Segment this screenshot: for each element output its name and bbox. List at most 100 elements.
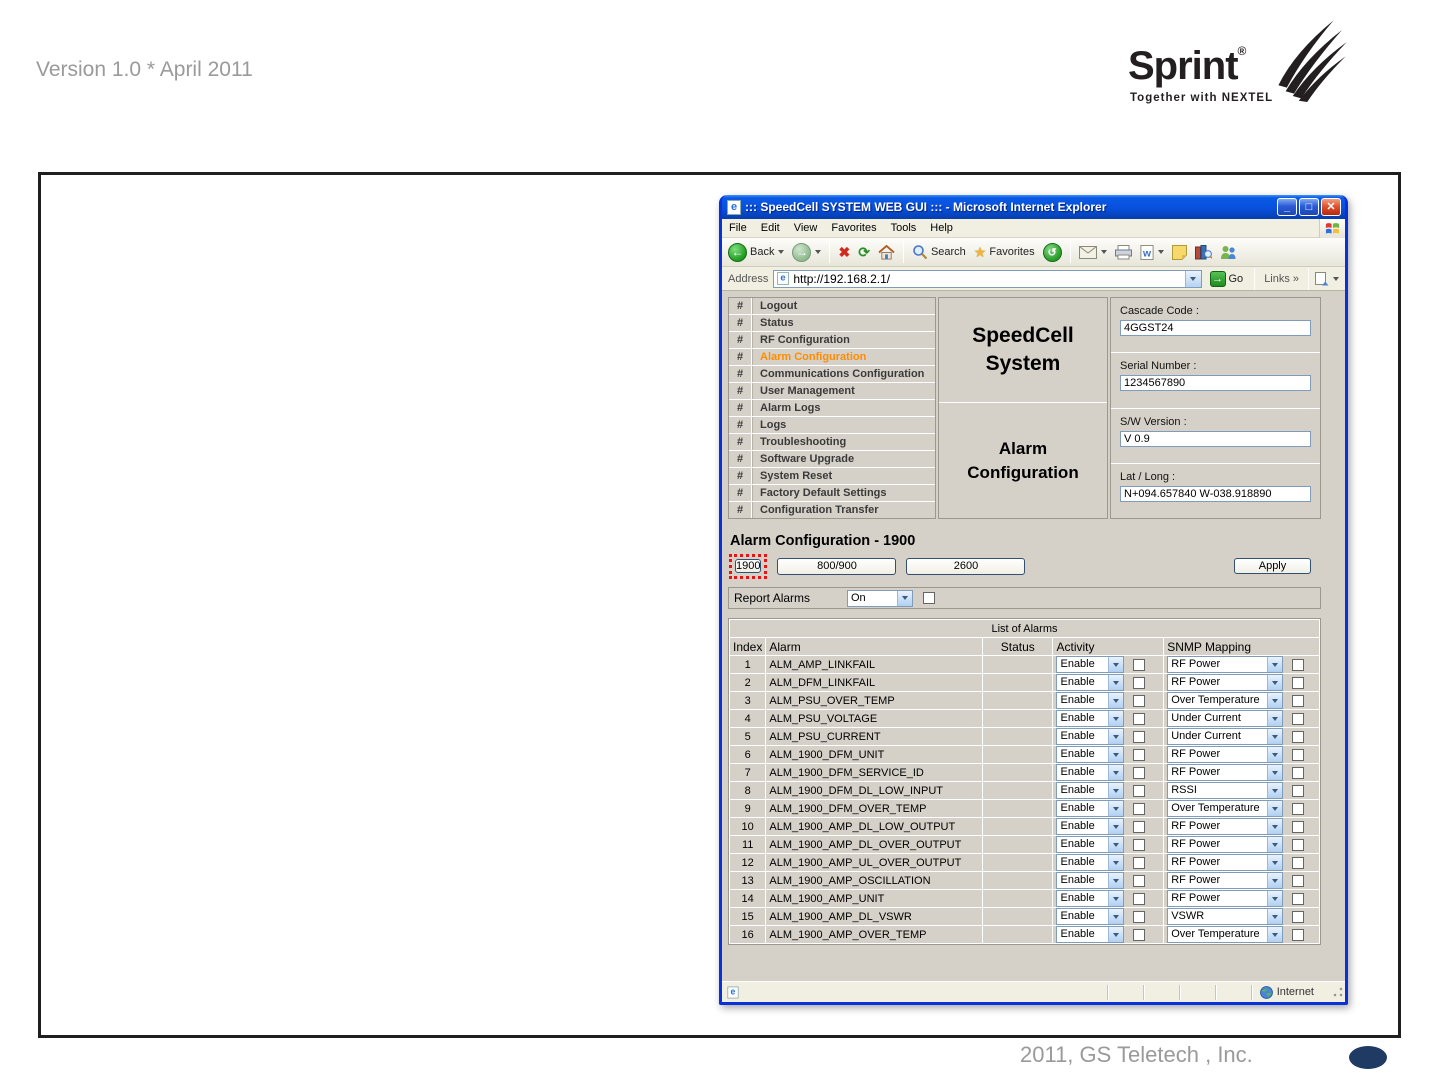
band-button-1900[interactable]: 1900 — [735, 558, 762, 573]
snmp-mapping-select[interactable]: RF Power — [1167, 890, 1284, 907]
snmp-mapping-select[interactable]: RF Power — [1167, 656, 1284, 673]
chevron-down-icon[interactable] — [1108, 873, 1124, 888]
resize-grip[interactable] — [1332, 986, 1344, 998]
forward-button[interactable]: → — [789, 242, 824, 263]
info-field-input[interactable] — [1120, 375, 1311, 392]
snmp-mapping-select[interactable]: RSSI — [1167, 782, 1284, 799]
nav-item-logout[interactable]: # Logout — [729, 298, 935, 314]
go-button[interactable]: → Go — [1206, 270, 1248, 288]
links-button[interactable]: Links » — [1258, 273, 1305, 285]
snmp-mapping-select[interactable]: RF Power — [1167, 854, 1284, 871]
chevron-down-icon[interactable] — [1108, 729, 1124, 744]
snmp-mapping-select[interactable]: RF Power — [1167, 872, 1284, 889]
band-button-800-900[interactable]: 800/900 — [777, 557, 897, 575]
address-dropdown-icon[interactable] — [1184, 270, 1201, 287]
nav-item-communications-configuration[interactable]: # Communications Configuration — [729, 366, 935, 382]
history-button[interactable]: ↺ — [1040, 242, 1065, 263]
activity-select[interactable]: Enable — [1056, 872, 1125, 889]
chevron-down-icon[interactable] — [1108, 909, 1124, 924]
chevron-down-icon[interactable] — [1267, 801, 1283, 816]
chevron-down-icon[interactable] — [1108, 765, 1124, 780]
snmp-mapping-select[interactable]: Over Temperature — [1167, 800, 1284, 817]
nav-item-alarm-configuration[interactable]: # Alarm Configuration — [729, 349, 935, 365]
activity-select[interactable]: Enable — [1056, 692, 1125, 709]
chevron-down-icon[interactable] — [1267, 819, 1283, 834]
activity-select[interactable]: Enable — [1056, 746, 1125, 763]
snmp-checkbox[interactable] — [1292, 838, 1305, 851]
snmp-mapping-select[interactable]: RF Power — [1167, 746, 1284, 763]
info-field-input[interactable] — [1120, 430, 1311, 447]
chevron-down-icon[interactable] — [1267, 675, 1283, 690]
forward-dropdown-icon[interactable] — [815, 250, 822, 254]
snmp-checkbox[interactable] — [1292, 676, 1305, 689]
chevron-down-icon[interactable] — [1108, 891, 1124, 906]
notes-button[interactable] — [1169, 244, 1190, 261]
menu-item-file[interactable]: File — [722, 220, 754, 236]
snmp-checkbox[interactable] — [1292, 892, 1305, 905]
activity-checkbox[interactable] — [1133, 712, 1146, 725]
activity-select[interactable]: Enable — [1056, 908, 1125, 925]
activity-checkbox[interactable] — [1133, 802, 1146, 815]
activity-checkbox[interactable] — [1133, 820, 1146, 833]
activity-select[interactable]: Enable — [1056, 890, 1125, 907]
snmp-checkbox[interactable] — [1292, 658, 1305, 671]
report-alarms-select[interactable]: On — [847, 589, 913, 607]
chevron-down-icon[interactable] — [1267, 657, 1283, 672]
chevron-down-icon[interactable] — [1267, 747, 1283, 762]
nav-item-status[interactable]: # Status — [729, 315, 935, 331]
snmp-mapping-select[interactable]: Under Current — [1167, 710, 1284, 727]
info-field-input[interactable] — [1120, 320, 1311, 336]
chevron-down-icon[interactable] — [1267, 873, 1283, 888]
snmp-checkbox[interactable] — [1292, 928, 1305, 941]
minimize-button[interactable]: _ — [1277, 198, 1297, 216]
nav-item-alarm-logs[interactable]: # Alarm Logs — [729, 400, 935, 416]
snmp-checkbox[interactable] — [1292, 910, 1305, 923]
activity-checkbox[interactable] — [1133, 784, 1146, 797]
chevron-down-icon[interactable] — [1267, 855, 1283, 870]
activity-select[interactable]: Enable — [1056, 926, 1125, 943]
activity-select[interactable]: Enable — [1056, 800, 1125, 817]
activity-select[interactable]: Enable — [1056, 836, 1125, 853]
chevron-down-icon[interactable] — [1108, 855, 1124, 870]
chevron-down-icon[interactable] — [1108, 675, 1124, 690]
chevron-down-icon[interactable] — [1267, 711, 1283, 726]
refresh-button[interactable]: ⟳ — [855, 243, 873, 261]
home-button[interactable] — [875, 244, 898, 261]
chevron-down-icon[interactable] — [1108, 837, 1124, 852]
address-input[interactable]: e http://192.168.2.1/ — [773, 269, 1202, 288]
maximize-button[interactable]: □ — [1299, 198, 1319, 216]
info-field-input[interactable] — [1120, 485, 1311, 502]
activity-checkbox[interactable] — [1133, 694, 1146, 707]
menu-item-favorites[interactable]: Favorites — [824, 220, 883, 236]
activity-checkbox[interactable] — [1133, 892, 1146, 905]
activity-select[interactable]: Enable — [1056, 782, 1125, 799]
chevron-down-icon[interactable] — [1267, 909, 1283, 924]
snmp-mapping-select[interactable]: RF Power — [1167, 764, 1284, 781]
menu-item-view[interactable]: View — [787, 220, 825, 236]
nav-item-factory-default-settings[interactable]: # Factory Default Settings — [729, 485, 935, 501]
chevron-down-icon[interactable] — [1267, 927, 1283, 942]
mail-button[interactable] — [1076, 245, 1110, 260]
activity-checkbox[interactable] — [1133, 748, 1146, 761]
nav-item-software-upgrade[interactable]: # Software Upgrade — [729, 451, 935, 467]
activity-select[interactable]: Enable — [1056, 710, 1125, 727]
nav-item-configuration-transfer[interactable]: # Configuration Transfer — [729, 502, 935, 518]
snmp-checkbox[interactable] — [1292, 694, 1305, 707]
chevron-down-icon[interactable] — [1267, 837, 1283, 852]
snmp-checkbox[interactable] — [1292, 766, 1305, 779]
chevron-down-icon[interactable] — [1267, 783, 1283, 798]
snmp-mapping-select[interactable]: RF Power — [1167, 674, 1284, 691]
chevron-down-icon[interactable] — [1108, 801, 1124, 816]
title-bar[interactable]: e ::: SpeedCell SYSTEM WEB GUI ::: - Mic… — [722, 195, 1345, 219]
favorites-button[interactable]: ★ Favorites — [971, 243, 1038, 261]
snmp-checkbox[interactable] — [1292, 820, 1305, 833]
chevron-down-icon[interactable] — [1267, 693, 1283, 708]
chevron-down-icon[interactable] — [1108, 783, 1124, 798]
activity-checkbox[interactable] — [1133, 838, 1146, 851]
activity-checkbox[interactable] — [1133, 928, 1146, 941]
activity-checkbox[interactable] — [1133, 730, 1146, 743]
activity-select[interactable]: Enable — [1056, 818, 1125, 835]
snmp-mapping-select[interactable]: Over Temperature — [1167, 692, 1284, 709]
chevron-down-icon[interactable] — [1108, 747, 1124, 762]
snmp-checkbox[interactable] — [1292, 874, 1305, 887]
